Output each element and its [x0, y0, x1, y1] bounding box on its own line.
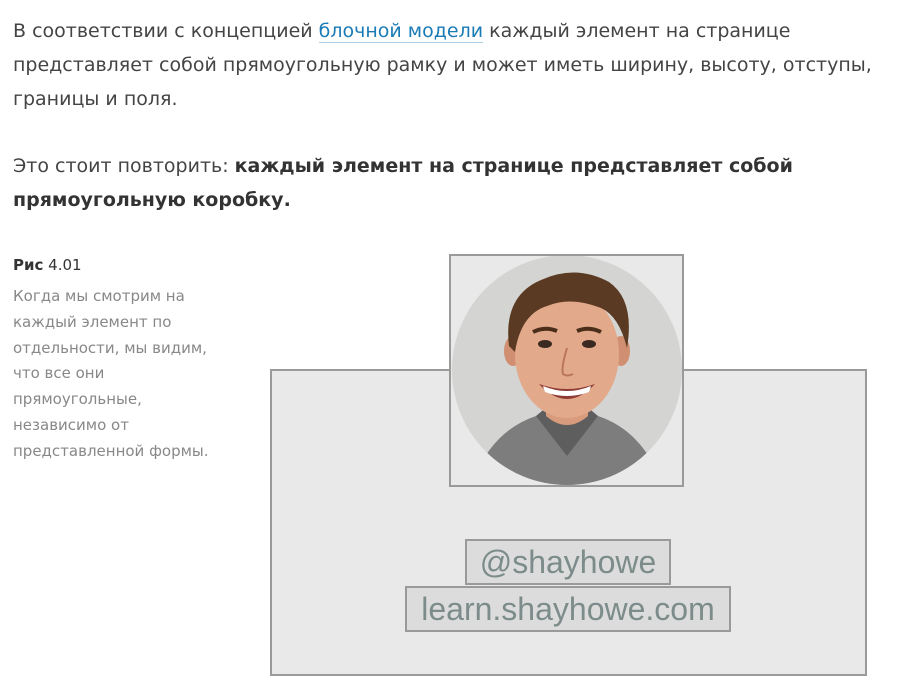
- person-portrait-icon: [451, 256, 682, 485]
- intro-text-start: В соответствии с концепцией: [13, 20, 319, 42]
- emphasis-end: .: [283, 189, 291, 211]
- figure-number: 4.01: [43, 256, 82, 274]
- emphasis-lead: Это стоит повторить:: [13, 155, 235, 177]
- figure-label-bold: Рис: [13, 256, 44, 274]
- intro-paragraph: В соответствии с концепцией блочной моде…: [13, 14, 893, 116]
- twitter-handle-box: @shayhowe: [465, 539, 671, 585]
- website-url-box: learn.shayhowe.com: [405, 586, 731, 632]
- box-model-link[interactable]: блочной модели: [318, 20, 484, 43]
- figure-caption-text: Когда мы смотрим на каждый элемент по от…: [13, 287, 209, 460]
- emphasis-paragraph: Это стоит повторить: каждый элемент на с…: [13, 149, 893, 217]
- figure-caption: Рис 4.01 Когда мы смотрим на каждый элем…: [13, 254, 228, 465]
- figure-label: Рис 4.01: [13, 254, 228, 276]
- avatar-box: [449, 254, 684, 487]
